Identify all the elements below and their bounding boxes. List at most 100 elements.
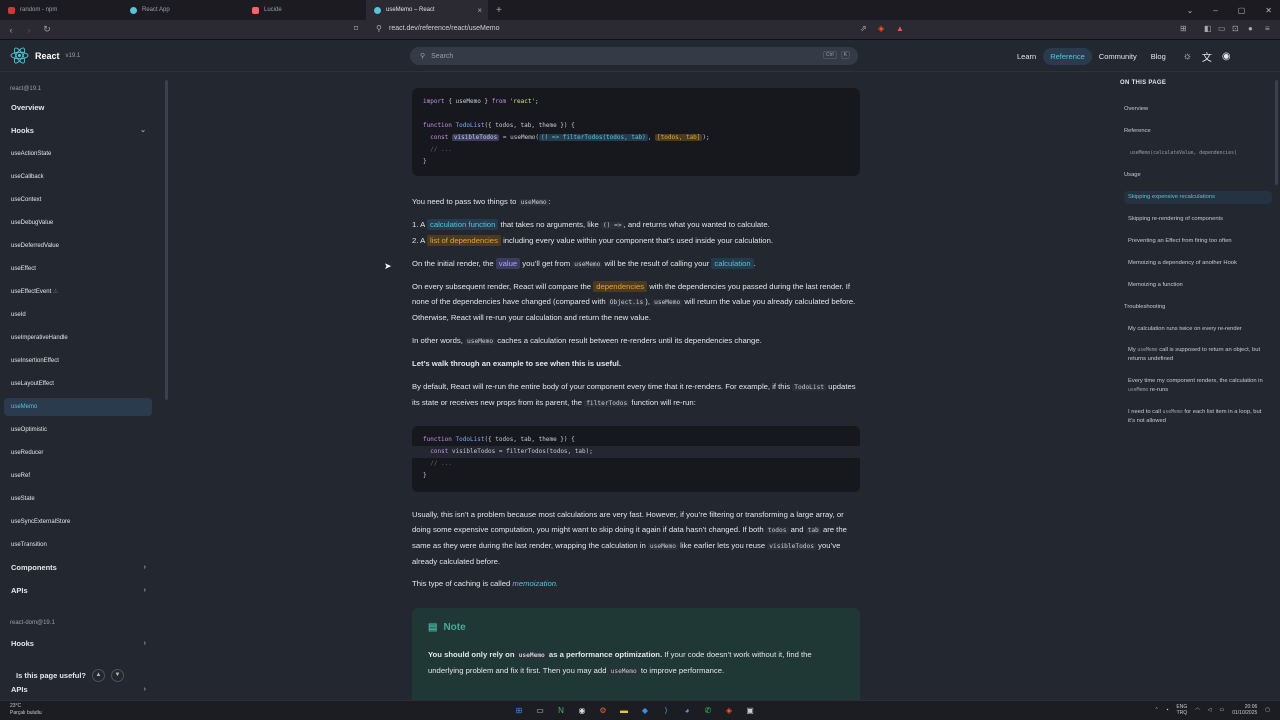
back-icon[interactable]: ‹ [4, 25, 18, 35]
thumbs-down-icon[interactable]: ▼ [111, 668, 125, 682]
thumbs-up-icon[interactable]: ▲ [92, 668, 106, 682]
sidebar-item-useactionstate[interactable]: useActionState [4, 145, 152, 163]
extensions-icon[interactable]: ⊞ [1180, 24, 1187, 33]
new-tab-icon[interactable]: + [488, 5, 510, 16]
bookmark-icon[interactable]: ⌑ [354, 24, 358, 33]
react-logo-link[interactable]: React v19.1 [10, 47, 80, 64]
share-icon[interactable]: ⇗ [860, 24, 867, 33]
toc-item-returns-undefined[interactable]: My useMemo call is supposed to return an… [1128, 346, 1268, 364]
search-button[interactable]: ⚲ Search Ctrl K [410, 47, 858, 65]
sidebar-item-usedeferredvalue[interactable]: useDeferredValue [4, 237, 152, 255]
toc-item-loop[interactable]: I need to call useMemo for each list ite… [1128, 408, 1268, 426]
url-field[interactable]: react.dev/reference/react/useMemo [389, 25, 500, 32]
language-indicator[interactable]: ENG TRQ [1176, 704, 1187, 716]
tray-app-icon[interactable]: ▪ [1167, 707, 1169, 713]
theme-toggle-icon[interactable]: ☼ [1183, 51, 1192, 62]
forward-icon[interactable]: › [22, 25, 36, 35]
volume-icon[interactable]: ◁ [1208, 707, 1212, 713]
sidebar-item-useref[interactable]: useRef [4, 467, 152, 485]
vscode-icon[interactable]: ⟩ [659, 704, 673, 717]
sidebar-item-usestate[interactable]: useState [4, 490, 152, 508]
memoization-link[interactable]: memoization. [512, 579, 558, 588]
site-info-icon[interactable]: ⚲ [376, 24, 382, 33]
sidebar-item-usesyncexternalstore[interactable]: useSyncExternalStore [4, 513, 152, 531]
sidebar-item-uselayouteffect[interactable]: useLayoutEffect [4, 375, 152, 393]
toc-item-usememo-signature[interactable]: useMemo(calculateValue, dependencies) [1130, 149, 1278, 158]
toc-item-troubleshooting[interactable]: Troubleshooting [1124, 303, 1272, 312]
toc-item-skipping-rerendering[interactable]: Skipping re-rendering of components [1128, 215, 1276, 224]
wallet-icon[interactable]: ▭ [1218, 24, 1226, 33]
app-n-icon[interactable]: N [554, 704, 568, 717]
weather-widget[interactable]: 23°C Parçalı bulutlu [10, 703, 42, 717]
toc-item-overview[interactable]: Overview [1124, 105, 1272, 114]
sidebar-item-usecontext[interactable]: useContext [4, 191, 152, 209]
browser-tab-npm[interactable]: random - npm [0, 0, 122, 20]
whatsapp-icon[interactable]: ✆ [701, 704, 715, 717]
toc-item-usage[interactable]: Usage [1124, 171, 1272, 180]
page-scrollbar[interactable] [1275, 80, 1278, 185]
nav-blog[interactable]: Blog [1144, 48, 1173, 65]
sidebar-icon[interactable]: ◧ [1204, 24, 1212, 33]
brave-shield-icon[interactable]: ◈ [878, 24, 884, 33]
reload-icon[interactable]: ↻ [40, 24, 54, 35]
sidebar-item-useeffectevent[interactable]: useEffectEvent ⚠ [4, 283, 152, 301]
toc-item-memoizing-dependency[interactable]: Memoizing a dependency of another Hook [1128, 259, 1276, 268]
nav-community[interactable]: Community [1092, 48, 1144, 65]
sidebar-item-usedebugvalue[interactable]: useDebugValue [4, 214, 152, 232]
vpn-icon[interactable]: ⊡ [1232, 24, 1239, 33]
brave-rewards-icon[interactable]: ▲ [896, 24, 904, 33]
sidebar-item-useoptimistic[interactable]: useOptimistic [4, 421, 152, 439]
brave-browser-icon[interactable]: ◈ [722, 704, 736, 717]
sidebar-item-useeffect[interactable]: useEffect [4, 260, 152, 278]
sidebar-section-hooks[interactable]: Hooks ⌄ [4, 122, 152, 140]
sidebar-section-components[interactable]: Components › [4, 559, 152, 577]
menu-icon[interactable]: ≡ [1265, 24, 1270, 33]
sidebar-section-dom-hooks[interactable]: Hooks › [4, 635, 152, 653]
sidebar-item-useid[interactable]: useId [4, 306, 152, 324]
file-explorer-icon[interactable]: ▬ [617, 704, 631, 717]
note-title: Note [443, 622, 466, 633]
sidebar-item-usememo[interactable]: useMemo [4, 398, 152, 416]
language-icon[interactable]: 文 [1202, 49, 1212, 64]
toc-item-reference[interactable]: Reference [1124, 127, 1272, 136]
battery-icon[interactable]: ▭ [1220, 707, 1225, 713]
task-view-icon[interactable]: ▭ [533, 704, 547, 717]
github-icon[interactable]: ◉ [1222, 51, 1231, 62]
wifi-icon[interactable]: ◠ [1195, 707, 1199, 713]
toc-item-skipping-expensive[interactable]: Skipping expensive recalculations [1124, 191, 1272, 204]
sidebar-item-overview[interactable]: Overview [4, 99, 152, 117]
sidebar-scrollbar[interactable] [165, 80, 168, 400]
sidebar-item-usetransition[interactable]: useTransition [4, 536, 152, 554]
start-icon[interactable]: ⊞ [512, 704, 526, 717]
minimize-icon[interactable]: – [1213, 6, 1217, 15]
nav-learn[interactable]: Learn [1010, 48, 1043, 65]
temperature: 23°C [10, 703, 22, 709]
browser-tab-react-app[interactable]: React App [122, 0, 244, 20]
app-blue-icon[interactable]: ◆ [638, 704, 652, 717]
app-orange-icon[interactable]: ⚙ [596, 704, 610, 717]
app-gray-icon[interactable]: ▣ [743, 704, 757, 717]
sidebar-item-useimperativehandle[interactable]: useImperativeHandle [4, 329, 152, 347]
sidebar-section-apis[interactable]: APIs › [4, 582, 152, 600]
sidebar-item-usecallback[interactable]: useCallback [4, 168, 152, 186]
browser-tab-lucide[interactable]: Lucide [244, 0, 366, 20]
notification-icon[interactable]: ▢ [1265, 707, 1270, 713]
clock[interactable]: 20:06 01/10/2025 [1232, 704, 1257, 716]
tab-list-icon[interactable]: ⌄ [1187, 6, 1194, 15]
browser-tab-usememo[interactable]: useMemo – React × [366, 0, 488, 20]
close-tab-icon[interactable]: × [477, 6, 482, 15]
window-close-icon[interactable]: ✕ [1265, 6, 1272, 15]
tray-chevron-icon[interactable]: ⌃ [1154, 707, 1158, 713]
maximize-icon[interactable]: ▢ [1238, 6, 1246, 15]
sidebar-item-useinsertioneffect[interactable]: useInsertionEffect [4, 352, 152, 370]
version-label[interactable]: v19.1 [66, 53, 81, 59]
toc-item-preventing-effect[interactable]: Preventing an Effect from firing too oft… [1128, 237, 1276, 246]
github-desktop-icon[interactable]: ◉ [575, 704, 589, 717]
nav-reference[interactable]: Reference [1043, 48, 1092, 65]
toc-item-every-render[interactable]: Every time my component renders, the cal… [1128, 377, 1268, 395]
toc-item-runs-twice[interactable]: My calculation runs twice on every re-re… [1128, 325, 1276, 334]
discord-icon[interactable]: ◕ [680, 704, 694, 717]
sidebar-item-usereducer[interactable]: useReducer [4, 444, 152, 462]
toc-item-memoizing-function[interactable]: Memoizing a function [1128, 281, 1276, 290]
profile-icon[interactable]: ● [1248, 24, 1253, 33]
